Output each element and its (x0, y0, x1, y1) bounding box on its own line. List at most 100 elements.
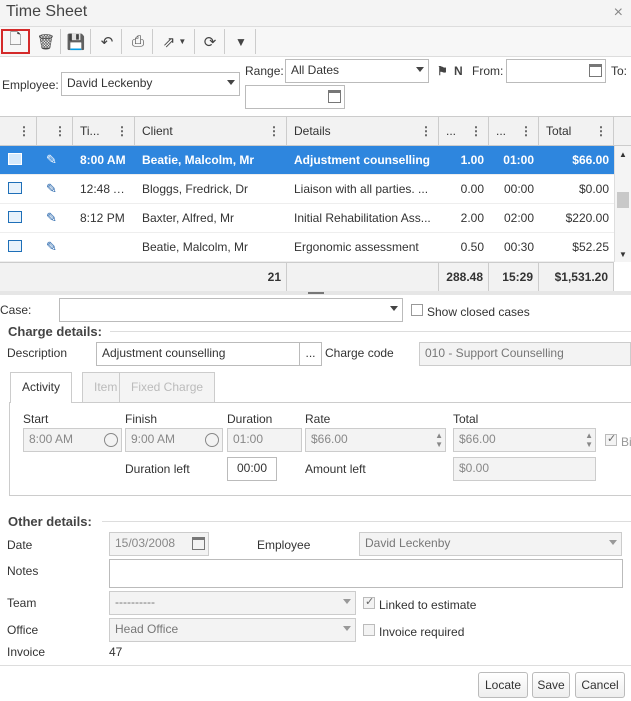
cell-total: $66.00 (572, 153, 609, 167)
flag-icon[interactable]: ⚑ (437, 64, 448, 78)
invoice-value: 47 (109, 645, 123, 659)
locate-button[interactable]: Locate (478, 672, 528, 698)
cell-qty: 0.50 (460, 240, 484, 254)
column-header-client[interactable]: Client ⋮ (135, 117, 287, 146)
grid-scrollbar[interactable]: ▲ ▼ (614, 146, 631, 262)
charge-code-select[interactable]: 010 - Support Counselling (419, 342, 631, 366)
billable-checkbox[interactable] (605, 432, 617, 446)
column-menu-icon[interactable]: ⋮ (595, 117, 607, 145)
tab-activity[interactable]: Activity (10, 372, 73, 403)
employee-select[interactable]: David Leckenby (359, 532, 622, 556)
duration-input[interactable]: 01:00 (227, 428, 302, 452)
close-icon[interactable]: × (614, 4, 623, 22)
column-header-details[interactable]: Details ⋮ (287, 117, 439, 146)
save-button[interactable]: Save (532, 672, 570, 698)
new-button[interactable]: 🗋 (1, 29, 30, 54)
tab-fixed-charge[interactable]: Fixed Charge (119, 372, 216, 402)
column-menu-icon[interactable]: ⋮ (54, 117, 66, 145)
invoice-required-checkbox[interactable] (363, 624, 375, 636)
calendar-icon[interactable] (328, 90, 341, 103)
column-menu-icon[interactable]: ⋮ (116, 117, 128, 145)
column-header-time[interactable]: Ti... ⋮ (73, 117, 135, 146)
scroll-up-icon[interactable]: ▲ (619, 150, 627, 159)
employee-filter-select[interactable]: David Leckenby (61, 72, 240, 96)
column-header-qty[interactable]: ... ⋮ (439, 117, 489, 146)
date-value: 15/03/2008 (115, 536, 176, 550)
amount-left-input[interactable]: $0.00 (453, 457, 596, 481)
cell-duration: 00:30 (503, 240, 534, 254)
filter-button[interactable]: ▼ (227, 29, 256, 54)
table-row[interactable]: ✎ 8:00 AM Beatie, Malcolm, Mr Adjustment… (0, 146, 614, 175)
cell-duration: 01:00 (503, 153, 534, 167)
rate-label: Rate (305, 412, 331, 426)
delete-button[interactable]: 🗑 (32, 29, 61, 54)
chevron-down-icon (609, 540, 617, 545)
invoice-label: Invoice (7, 645, 46, 659)
duration-left-input[interactable]: 00:00 (227, 457, 277, 481)
cell-time (73, 233, 135, 262)
amount-left-label: Amount left (305, 462, 366, 476)
save-toolbar-button[interactable]: 💾 (62, 29, 91, 54)
column-menu-icon[interactable]: ⋮ (268, 117, 280, 145)
footer-total: $1,531.20 (539, 263, 614, 292)
finish-label: Finish (125, 412, 158, 426)
trash-icon: 🗑 (36, 33, 56, 51)
divider (110, 331, 631, 332)
attachment-icon: ✎ (46, 239, 57, 254)
from-date-input[interactable] (506, 59, 606, 83)
cell-details: Ergonomic assessment (294, 240, 419, 254)
other-details-heading: Other details: (8, 514, 92, 529)
divider (102, 521, 631, 522)
case-select[interactable] (59, 298, 403, 322)
scrollbar-thumb[interactable] (617, 192, 629, 208)
cell-details: Initial Rehabilitation Ass... (294, 211, 431, 225)
column-menu-icon[interactable]: ⋮ (520, 117, 532, 145)
invoice-required-label: Invoice required (379, 625, 465, 639)
cancel-button[interactable]: Cancel (575, 672, 625, 698)
total-input[interactable]: $66.00 ▲ ▼ (453, 428, 596, 452)
show-closed-checkbox[interactable] (411, 304, 423, 316)
date-input[interactable]: 15/03/2008 (109, 532, 209, 556)
charge-code-label: Charge code (325, 346, 394, 360)
table-row[interactable]: ✎ 12:48 AM Bloggs, Fredrick, Dr Liaison … (0, 175, 614, 204)
description-input[interactable]: Adjustment counselling (96, 342, 300, 366)
finish-time-input[interactable]: 9:00 AM (125, 428, 223, 452)
team-label: Team (7, 596, 37, 610)
column-header-attachment[interactable]: ⋮ (37, 117, 73, 146)
team-select[interactable]: ---------- (109, 591, 356, 615)
column-menu-icon[interactable]: ⋮ (18, 117, 30, 145)
calendar-icon[interactable] (589, 64, 602, 77)
clock-icon[interactable] (205, 433, 219, 447)
start-time-input[interactable]: 8:00 AM (23, 428, 122, 452)
column-header-duration[interactable]: ... ⋮ (489, 117, 539, 146)
calendar-icon[interactable] (192, 537, 205, 550)
notes-textarea[interactable] (109, 559, 623, 588)
export-button[interactable]: ⇗ ▼ (155, 29, 195, 54)
description-lookup-button[interactable]: ... (299, 342, 322, 366)
column-header-icon[interactable]: ⋮ (0, 117, 37, 146)
undo-button[interactable]: ↶ (93, 29, 122, 54)
range-select[interactable]: All Dates (285, 59, 429, 83)
clock-icon[interactable] (104, 433, 118, 447)
table-row[interactable]: ✎ 8:12 PM Baxter, Alfred, Mr Initial Reh… (0, 204, 614, 233)
cell-details: Adjustment counselling (294, 153, 431, 167)
column-menu-icon[interactable]: ⋮ (420, 117, 432, 145)
spinner-icon[interactable]: ▲ ▼ (585, 431, 593, 449)
spinner-icon[interactable]: ▲ ▼ (435, 431, 443, 449)
splitter[interactable] (0, 291, 631, 295)
rate-input[interactable]: $66.00 ▲ ▼ (305, 428, 446, 452)
cell-duration: 00:00 (503, 182, 534, 196)
to-date-input[interactable] (245, 85, 345, 109)
table-row[interactable]: ✎ Beatie, Malcolm, Mr Ergonomic assessme… (0, 233, 614, 262)
column-menu-icon[interactable]: ⋮ (470, 117, 482, 145)
office-select[interactable]: Head Office (109, 618, 356, 642)
scroll-down-icon[interactable]: ▼ (619, 250, 627, 259)
duration-value: 01:00 (233, 432, 264, 446)
column-header-total[interactable]: Total ⋮ (539, 117, 614, 146)
flag-off-icon[interactable]: N (454, 64, 463, 78)
linked-to-estimate-checkbox[interactable] (363, 595, 375, 609)
cell-qty: 1.00 (460, 153, 484, 167)
splitter-grip-icon[interactable] (308, 292, 324, 294)
refresh-button[interactable]: ⟳ (196, 29, 225, 54)
print-button[interactable]: ⎙ (124, 29, 153, 54)
